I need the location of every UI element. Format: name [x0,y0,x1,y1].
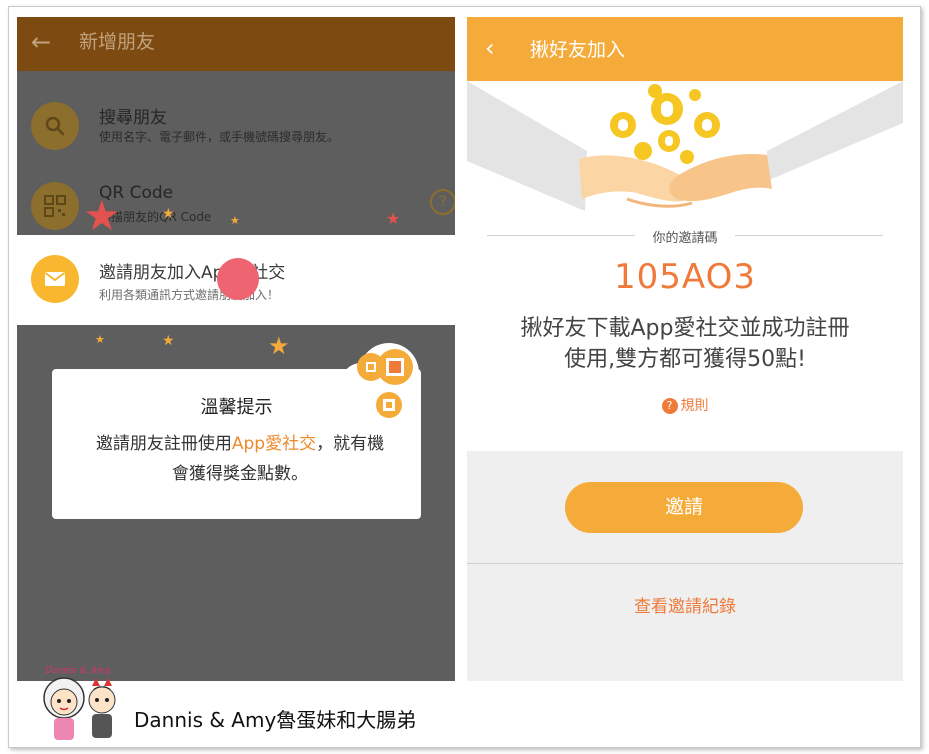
star-icon: ★ [83,191,121,240]
tip-body: 邀請朋友註冊使用App愛社交，就有機會獲得獎金點數。 [95,434,385,484]
chat-bubbles-icon [341,343,419,418]
page-title: 新增朋友 [79,31,156,53]
divider [467,563,903,564]
search-friends-title: 搜尋朋友 [99,108,167,128]
star-icon: ★ [268,332,290,360]
star-icon: ★ [162,333,175,349]
qr-code-icon [31,182,79,230]
left-screen: ← 新增朋友 搜尋朋友 使用名字、電子郵件，或手機號碼搜尋朋友。 QR Code… [17,17,455,681]
chevron-left-icon[interactable]: ‹ [485,35,495,61]
mascot-illustration [43,677,116,740]
star-icon: ★ [162,206,175,222]
right-screen: ‹ 揪好友加入 你的邀請碼 105AO3 揪好友下載App愛社交並成功註冊 使用… [467,17,903,681]
rules-link[interactable]: ? 規則 [467,395,903,415]
search-friends-subtitle: 使用名字、電子郵件，或手機號碼搜尋朋友。 [99,130,340,144]
mascot-signature: Dannis & Amy [45,666,111,676]
star-icon: ★ [95,333,105,346]
left-appbar: ← 新增朋友 [17,17,455,71]
handshake-coins-illustration [467,81,903,211]
tip-highlight: App愛社交 [231,434,317,454]
star-icon: ★ [230,214,240,227]
search-friends-item[interactable]: 搜尋朋友 使用名字、電子郵件，或手機號碼搜尋朋友。 [17,95,455,157]
touch-indicator [217,258,259,300]
question-icon: ? [661,398,678,414]
right-appbar: ‹ 揪好友加入 [467,17,903,81]
promo-text: 揪好友下載App愛社交並成功註冊 使用,雙方都可獲得50點! [520,316,850,372]
page-title: 揪好友加入 [530,39,626,61]
invite-button[interactable]: 邀請 [565,482,803,533]
arrow-left-icon[interactable]: ← [31,29,57,55]
footer-credit: Dannis & Amy魯蛋妹和大腸弟 [134,708,417,732]
invite-code-card: 你的邀請碼 105AO3 揪好友下載App愛社交並成功註冊 使用,雙方都可獲得5… [467,81,903,451]
star-icon: ★ [386,209,401,228]
mail-icon [31,255,79,303]
help-icon[interactable]: ? [430,189,455,215]
invite-code-caption: 你的邀請碼 [635,227,735,246]
search-icon [31,102,79,150]
invite-history-link[interactable]: 查看邀請紀錄 [467,592,903,617]
invite-code-value: 105AO3 [614,257,756,297]
